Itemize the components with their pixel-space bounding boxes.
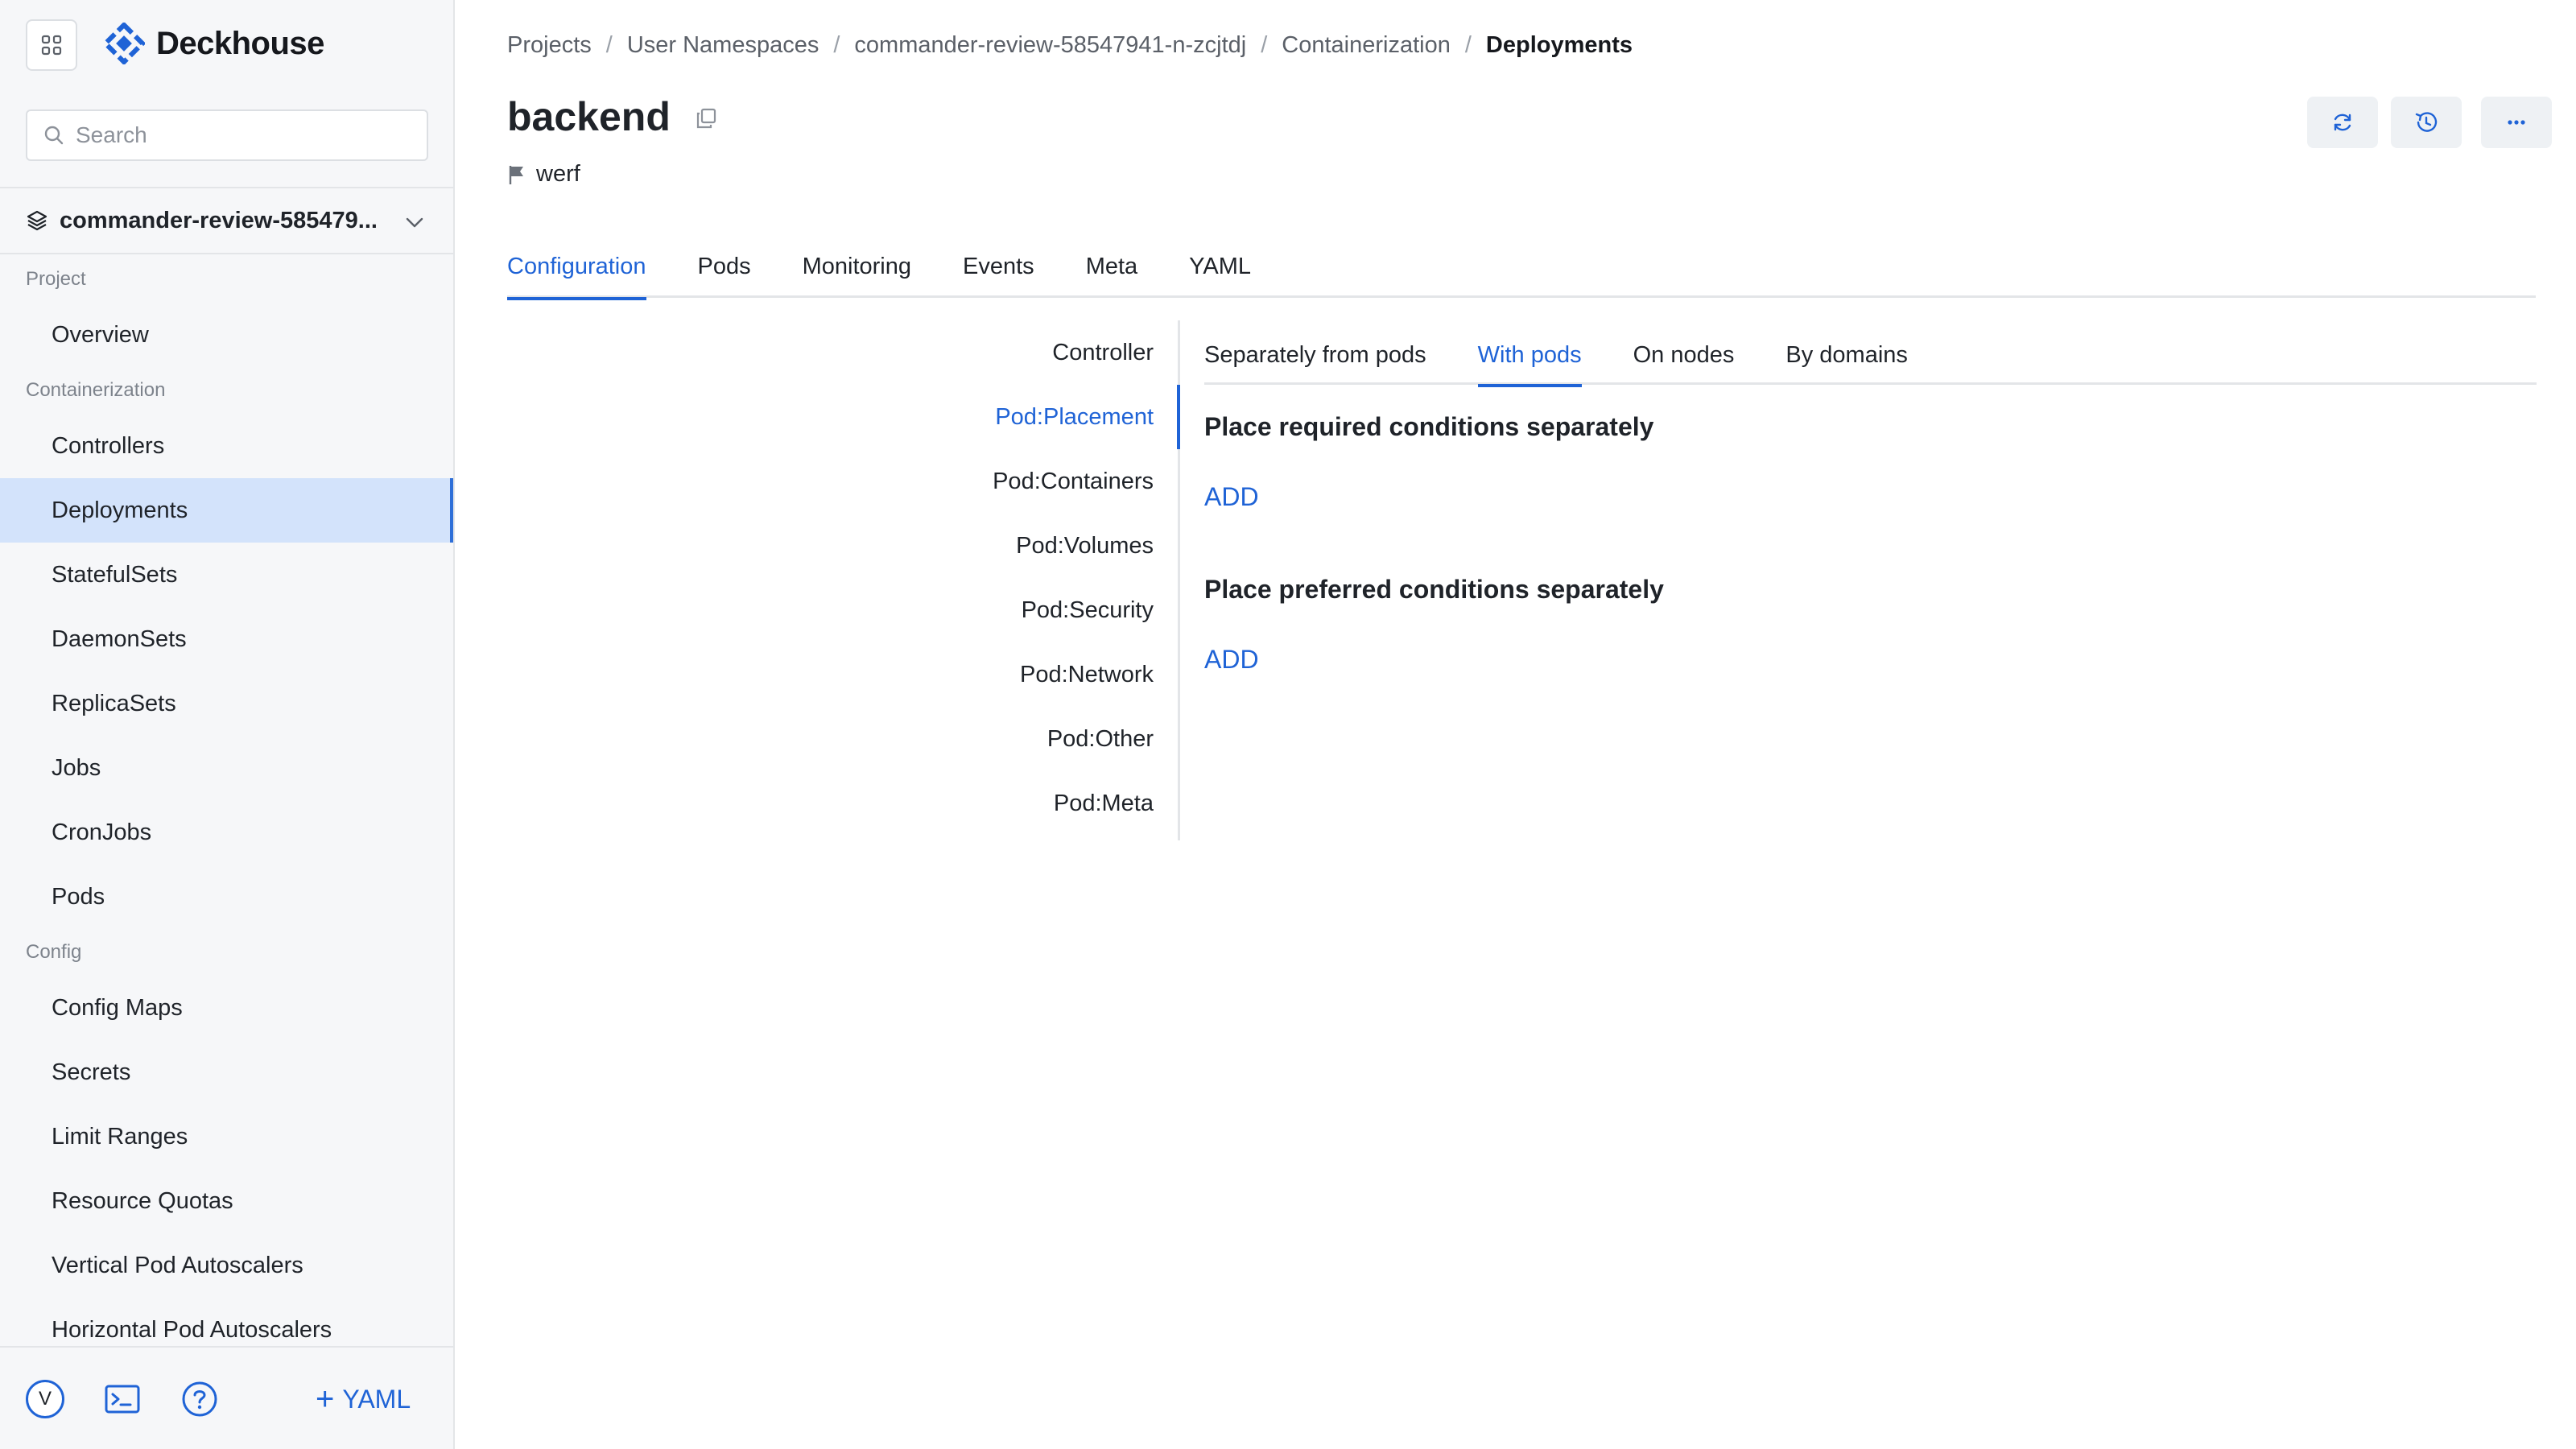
sidebar-item-pods[interactable]: Pods [0,865,453,929]
subnav-pod-other[interactable]: Pod:Other [507,707,1178,771]
sidebar-item-limit-ranges[interactable]: Limit Ranges [0,1104,453,1169]
config-subnav: Controller Pod:Placement Pod:Containers … [507,320,1180,840]
brand-header: Deckhouse [0,0,453,90]
owner-name: werf [536,161,580,187]
nav-group-label: Containerization [26,379,166,401]
sidebar-item-config-maps[interactable]: Config Maps [0,976,453,1040]
main-tabs: Configuration Pods Monitoring Events Met… [507,242,2536,300]
sidebar-item-jobs[interactable]: Jobs [0,736,453,800]
search-input[interactable] [76,122,398,148]
placement-subtabs: Separately from pods With pods On nodes … [1204,320,2537,387]
search-box[interactable] [26,109,428,161]
add-preferred-condition-button[interactable]: ADD [1204,645,1259,675]
sidebar-item-replicasets[interactable]: ReplicaSets [0,671,453,736]
terminal-icon [105,1385,140,1414]
sidebar-footer: V + YAML [0,1346,453,1449]
main-content: Projects / User Namespaces / commander-r… [456,0,2576,1449]
apps-menu-button[interactable] [26,19,77,71]
add-yaml-button[interactable]: + YAML [316,1380,411,1418]
add-required-condition-button[interactable]: ADD [1204,482,1259,512]
sidebar-item-resource-quotas[interactable]: Resource Quotas [0,1169,453,1233]
sidebar-item-daemonsets[interactable]: DaemonSets [0,607,453,671]
help-icon [182,1381,217,1417]
namespace-selector[interactable]: commander-review-585479... [0,187,453,254]
tab-monitoring[interactable]: Monitoring [803,242,911,298]
subtab-with-pods[interactable]: With pods [1477,320,1582,387]
breadcrumb-separator: / [833,32,840,58]
refresh-button[interactable] [2307,97,2378,148]
subnav-pod-placement[interactable]: Pod:Placement [507,385,1180,449]
subnav-pod-meta[interactable]: Pod:Meta [507,771,1178,836]
grid-icon [41,35,62,56]
avatar[interactable]: V [26,1380,64,1418]
tab-configuration[interactable]: Configuration [507,242,646,300]
required-conditions-section: Place required conditions separately ADD [1204,412,2537,512]
plus-icon: + [316,1381,335,1417]
tab-meta[interactable]: Meta [1086,242,1137,298]
subnav-pod-volumes[interactable]: Pod:Volumes [507,514,1178,578]
flag-icon [509,165,523,184]
header-actions [2294,97,2552,148]
breadcrumb-separator: / [1464,32,1472,58]
add-yaml-label: YAML [342,1384,411,1414]
owner-label: werf [507,161,580,188]
subnav-pod-network[interactable]: Pod:Network [507,642,1178,707]
section-title: Place required conditions separately [1204,412,1654,441]
tab-yaml[interactable]: YAML [1189,242,1251,298]
preferred-conditions-section: Place preferred conditions separately AD… [1204,575,2537,675]
copy-icon [696,108,716,128]
nav-group-label: Config [26,941,82,963]
sidebar-item-deployments[interactable]: Deployments [0,478,453,543]
subnav-pod-security[interactable]: Pod:Security [507,578,1178,642]
more-actions-button[interactable] [2481,97,2552,148]
sidebar-item-cronjobs[interactable]: CronJobs [0,800,453,865]
chevron-down-icon [406,217,423,228]
sidebar-item-horizontal-pod-autoscalers[interactable]: Horizontal Pod Autoscalers [0,1298,453,1346]
breadcrumb-separator: / [1261,32,1268,58]
sidebar-item-statefulsets[interactable]: StatefulSets [0,543,453,607]
sidebar-item-secrets[interactable]: Secrets [0,1040,453,1104]
breadcrumb-user-namespaces[interactable]: User Namespaces [627,32,819,59]
nav-group-label: Project [26,268,86,290]
subtab-on-nodes[interactable]: On nodes [1633,320,1735,385]
search-icon [44,126,64,145]
brand-name: Deckhouse [156,25,324,61]
logo[interactable]: Deckhouse [103,23,324,64]
subtab-separately-from-pods[interactable]: Separately from pods [1204,320,1426,385]
breadcrumb-namespace[interactable]: commander-review-58547941-n-zcjtdj [854,32,1246,59]
namespace-name: commander-review-585479... [60,207,378,233]
breadcrumb-current: Deployments [1485,32,1633,58]
history-icon [2415,112,2438,132]
deckhouse-logo-icon [103,23,145,64]
sidebar-item-overview[interactable]: Overview [0,303,453,367]
placement-panel: Separately from pods With pods On nodes … [1204,320,2537,675]
section-title: Place preferred conditions separately [1204,575,1664,604]
tab-pods[interactable]: Pods [698,242,751,298]
page-title: backend [507,94,671,139]
title-row: backend [507,93,717,140]
subnav-pod-containers[interactable]: Pod:Containers [507,449,1178,514]
subnav-controller[interactable]: Controller [507,320,1178,385]
breadcrumb: Projects / User Namespaces / commander-r… [507,32,1633,59]
sidebar-item-vertical-pod-autoscalers[interactable]: Vertical Pod Autoscalers [0,1233,453,1298]
history-button[interactable] [2391,97,2462,148]
copy-button[interactable] [695,107,717,134]
subtab-by-domains[interactable]: By domains [1785,320,1908,385]
tab-events[interactable]: Events [963,242,1034,298]
sidebar: Deckhouse commander-review-585479... Pro… [0,0,455,1449]
sidebar-nav: Project Overview Containerization Contro… [0,256,453,1346]
more-horizontal-icon [2508,120,2525,125]
layers-icon [27,210,47,231]
help-button[interactable] [180,1380,219,1422]
terminal-button[interactable] [103,1380,142,1422]
breadcrumb-separator: / [605,32,613,58]
breadcrumb-containerization[interactable]: Containerization [1282,32,1451,59]
breadcrumb-projects[interactable]: Projects [507,32,592,59]
sidebar-item-controllers[interactable]: Controllers [0,414,453,478]
refresh-icon [2334,114,2351,131]
